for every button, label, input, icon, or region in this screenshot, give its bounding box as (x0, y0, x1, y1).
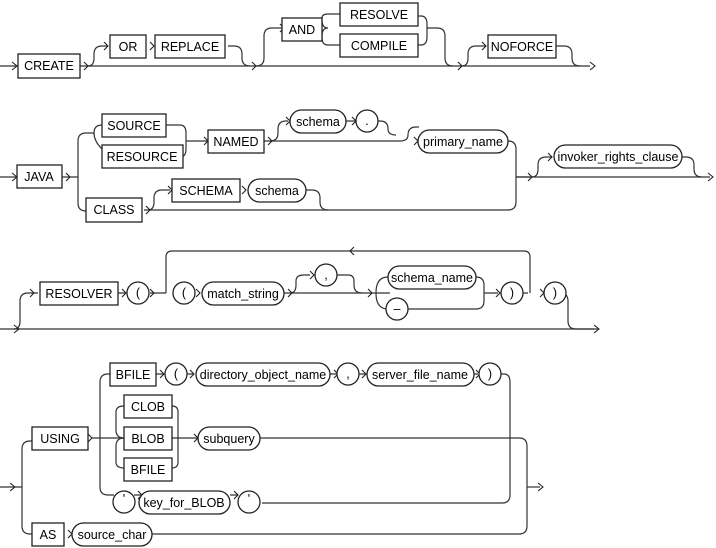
arrow (195, 288, 201, 298)
keyword-named: NAMED (207, 129, 265, 154)
symbol-lparen-inner: ( (172, 281, 196, 305)
symbol-dash: – (385, 297, 409, 321)
keyword-bfile: BFILE (109, 362, 157, 387)
symbol-rparen-outer-label: ) (553, 286, 557, 300)
keyword-resource-label: RESOURCE (107, 150, 178, 164)
keyword-class: CLASS (85, 197, 143, 223)
nonterminal-schema-name: schema_name (387, 265, 477, 290)
keyword-java: JAVA (16, 164, 63, 189)
keyword-or-label: OR (119, 40, 138, 54)
subquery-line (136, 437, 528, 535)
symbol-dot: . (355, 109, 379, 133)
primary-to-join (507, 140, 530, 178)
keyword-named-label: NAMED (213, 135, 258, 149)
keyword-compile-label: COMPILE (351, 39, 407, 53)
nonterminal-source-char: source_char (71, 522, 153, 547)
keyword-replace: REPLACE (154, 34, 226, 59)
symbol-quote-close-label: ' (248, 492, 250, 506)
nonterminal-source-char-label: source_char (78, 528, 147, 542)
keyword-and: AND (281, 17, 323, 42)
keyword-bfile-lob-label: BFILE (131, 463, 166, 477)
nonterminal-directory-object-name-label: directory_object_name (200, 368, 327, 382)
symbol-dash-label: – (394, 302, 401, 316)
symbol-rparen-inner-label: ) (510, 286, 514, 300)
symbol-comma-using-label: , (346, 367, 349, 381)
keyword-resolver: RESOLVER (39, 281, 119, 306)
nonterminal-invoker-rights-clause: invoker_rights_clause (553, 144, 683, 169)
keyword-as: AS (31, 522, 65, 547)
keyword-blob: BLOB (123, 426, 173, 451)
symbol-rparen-outer: ) (543, 281, 567, 305)
nonterminal-key-for-blob-label: key_for_BLOB (143, 496, 224, 510)
nonterminal-key-for-blob: key_for_BLOB (138, 490, 231, 515)
keyword-schema-label: SCHEMA (179, 184, 233, 198)
symbol-lparen: ( (164, 362, 188, 386)
nonterminal-schema: schema (289, 109, 347, 134)
nonterminal-directory-object-name: directory_object_name (195, 362, 331, 387)
arrow (309, 270, 315, 280)
nonterminal-match-string: match_string (201, 281, 285, 306)
symbol-rparen-label: ) (488, 367, 492, 381)
row1-exit-arrow (589, 61, 596, 71)
nonterminal-class-schema: schema (247, 178, 307, 203)
symbol-comma-using: , (336, 362, 360, 386)
symbol-rparen-inner: ) (500, 281, 524, 305)
keyword-bfile-label: BFILE (116, 368, 151, 382)
syntax-diagram: CREATE OR REPLACE AND RESOLVE COMPILE NO… (0, 2, 714, 547)
keyword-or: OR (109, 34, 147, 59)
using-row: USING BFILE ( directory_object_name , se… (0, 362, 544, 547)
keyword-noforce: NOFORCE (487, 34, 557, 59)
nonterminal-primary-name-label: primary_name (423, 135, 503, 149)
keyword-as-label: AS (40, 528, 57, 542)
nonterminal-subquery: subquery (197, 426, 261, 451)
symbol-quote-close: ' (237, 490, 261, 514)
symbol-dot-label: . (365, 114, 368, 128)
keyword-using: USING (31, 426, 89, 451)
using-branch (99, 373, 116, 496)
symbol-quote-open: ' (112, 490, 136, 514)
keyword-resolver-label: RESOLVER (45, 287, 112, 301)
keyword-resolve: RESOLVE (339, 2, 419, 27)
java-row: JAVA SOURCE RESOURCE NAMED schema . prim… (0, 109, 714, 223)
symbol-comma: , (314, 263, 338, 287)
arrow (149, 41, 155, 51)
keyword-blob-label: BLOB (131, 432, 164, 446)
keyword-resolve-label: RESOLVE (350, 8, 408, 22)
symbol-comma-label: , (324, 268, 327, 282)
keyword-clob: CLOB (123, 394, 173, 419)
keyword-compile: COMPILE (339, 33, 419, 58)
nonterminal-schema-name-label: schema_name (391, 271, 473, 285)
keyword-create-label: CREATE (24, 59, 74, 73)
arrow (241, 185, 247, 195)
nonterminal-match-string-label: match_string (207, 287, 279, 301)
nonterminal-server-file-name-label: server_file_name (372, 368, 468, 382)
keyword-class-label: CLASS (94, 203, 135, 217)
keyword-using-label: USING (40, 432, 80, 446)
nonterminal-invoker-rights-clause-label: invoker_rights_clause (558, 150, 679, 164)
keyword-source-label: SOURCE (107, 119, 160, 133)
keyword-bfile-lob: BFILE (123, 457, 173, 482)
symbol-quote-open-label: ' (123, 492, 125, 506)
keyword-create: CREATE (17, 53, 81, 79)
keyword-resource: RESOURCE (101, 144, 184, 169)
keyword-noforce-label: NOFORCE (491, 40, 554, 54)
keyword-source: SOURCE (101, 113, 167, 138)
symbol-lparen-outer: ( (126, 281, 150, 305)
nonterminal-subquery-label: subquery (203, 432, 255, 446)
keyword-clob-label: CLOB (131, 400, 165, 414)
using-as-split (21, 440, 32, 535)
keyword-and-label: AND (289, 23, 315, 37)
nonterminal-class-schema-label: schema (255, 184, 299, 198)
keyword-replace-label: REPLACE (161, 40, 219, 54)
nonterminal-primary-name: primary_name (417, 129, 509, 154)
resolver-row: RESOLVER ( ( match_string , schema_name … (0, 246, 600, 334)
nonterminal-schema-label: schema (296, 115, 340, 129)
nonterminal-server-file-name: server_file_name (366, 362, 475, 387)
keyword-schema: SCHEMA (171, 178, 241, 203)
create-row: CREATE OR REPLACE AND RESOLVE COMPILE NO… (0, 2, 596, 79)
symbol-rparen: ) (478, 362, 502, 386)
keyword-java-label: JAVA (24, 170, 54, 184)
